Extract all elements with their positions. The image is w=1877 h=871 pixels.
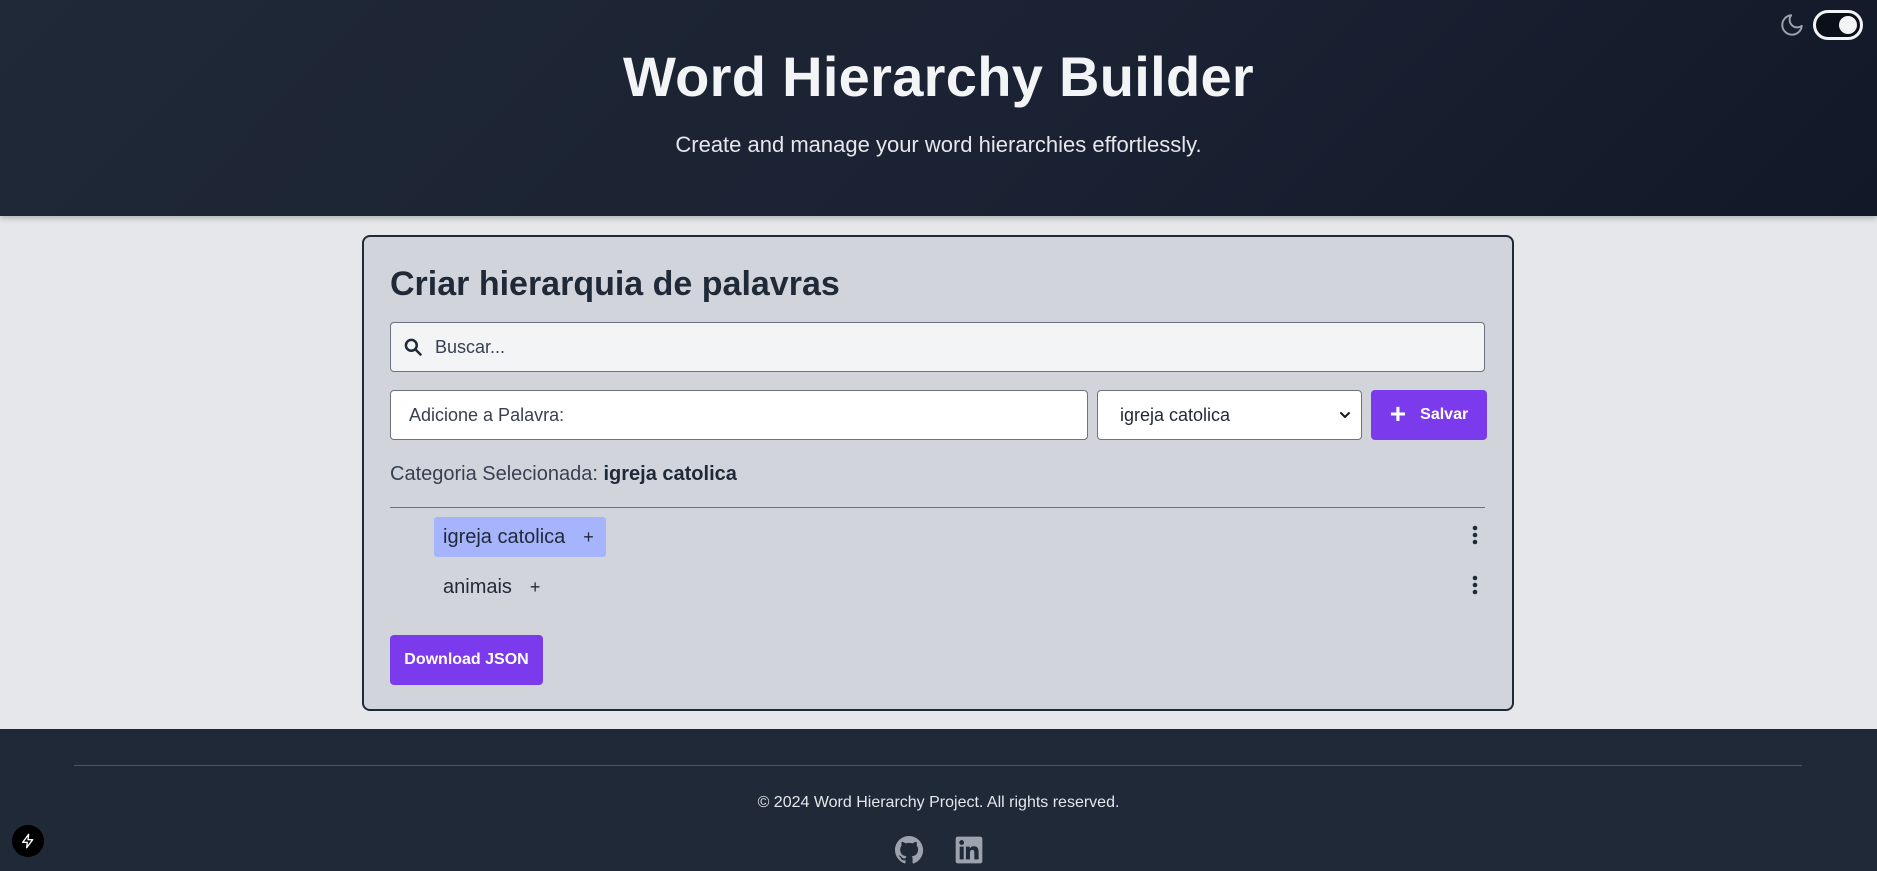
- add-child-button[interactable]: +: [583, 527, 594, 548]
- more-options-icon[interactable]: [1469, 523, 1481, 547]
- theme-toggle: [1779, 10, 1863, 40]
- word-input[interactable]: [390, 390, 1088, 440]
- search-icon: [404, 338, 422, 356]
- tree-item-label: igreja catolica: [443, 525, 566, 548]
- selected-category-label: Categoria Selecionada:: [390, 463, 598, 485]
- save-label: Salvar: [1420, 406, 1469, 423]
- tree-item: igreja catolica +: [390, 517, 1485, 557]
- add-child-button[interactable]: +: [530, 577, 541, 598]
- copyright-text: © 2024 Word Hierarchy Project. All right…: [757, 794, 1120, 811]
- save-button[interactable]: + Salvar: [1371, 390, 1487, 440]
- card-title: Criar hierarquia de palavras: [390, 265, 840, 303]
- category-select[interactable]: igreja catolica: [1097, 390, 1362, 440]
- tree-item-chip[interactable]: igreja catolica +: [434, 517, 606, 557]
- moon-icon: [1781, 14, 1803, 36]
- lightning-icon: [22, 833, 34, 849]
- linkedin-icon[interactable]: [953, 834, 985, 866]
- switch-knob: [1839, 16, 1857, 34]
- tree-item-chip[interactable]: animais +: [434, 567, 552, 607]
- page-footer: © 2024 Word Hierarchy Project. All right…: [0, 729, 1877, 871]
- social-links: [893, 834, 985, 866]
- search-box: [390, 322, 1485, 372]
- category-select-value: igreja catolica: [1120, 404, 1231, 425]
- search-input[interactable]: [435, 336, 1435, 358]
- selected-category: Categoria Selecionada: igreja catolica: [390, 463, 737, 486]
- download-json-button[interactable]: Download JSON: [390, 635, 543, 685]
- page-header: Word Hierarchy Builder Create and manage…: [0, 0, 1877, 216]
- app-subtitle: Create and manage your word hierarchies …: [675, 132, 1202, 157]
- app-title: Word Hierarchy Builder: [622, 45, 1255, 108]
- github-icon[interactable]: [893, 834, 925, 866]
- selected-category-value: igreja catolica: [603, 463, 737, 485]
- divider: [390, 507, 1485, 508]
- dev-tools-badge[interactable]: [12, 825, 44, 857]
- footer-divider: [74, 765, 1802, 766]
- hierarchy-card: Criar hierarquia de palavras igreja cato…: [362, 235, 1514, 711]
- tree-item-label: animais: [443, 575, 512, 598]
- tree-item: animais +: [390, 567, 1485, 607]
- plus-icon: +: [1389, 397, 1407, 429]
- chevron-down-icon: [1340, 412, 1350, 418]
- dark-mode-switch[interactable]: [1813, 10, 1863, 40]
- more-options-icon[interactable]: [1469, 573, 1481, 597]
